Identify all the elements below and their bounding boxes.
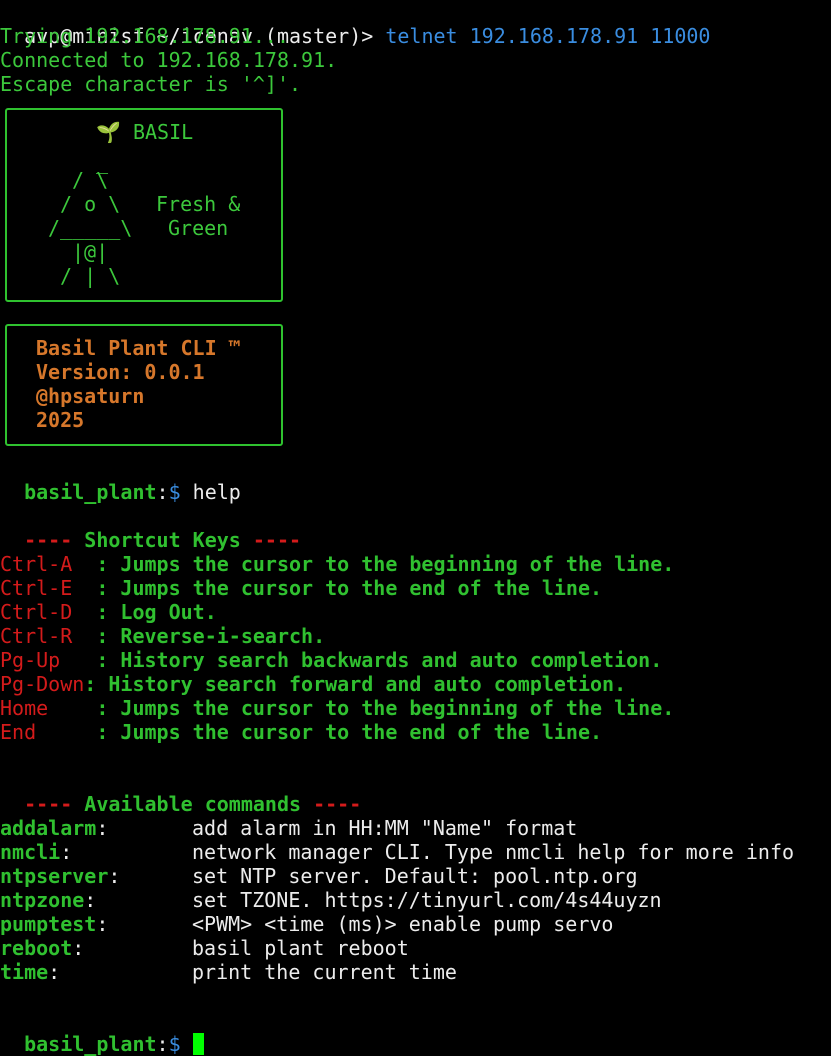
shortcut-key: End bbox=[0, 720, 97, 744]
terminal-cursor[interactable] bbox=[192, 1033, 204, 1055]
escape-line: Escape character is '^]'. bbox=[0, 72, 302, 96]
command-row: reboot: basil plant reboot bbox=[0, 936, 409, 960]
prompt-line-help: basil_plant:$ help bbox=[0, 456, 241, 504]
shortcuts-heading: ---- Shortcut Keys ---- bbox=[0, 504, 301, 552]
command-desc: add alarm in HH:MM "Name" format bbox=[192, 816, 578, 840]
banner-tagline-2: Green bbox=[168, 216, 229, 240]
command-row: ntpzone: set TZONE. https://tinyurl.com/4… bbox=[0, 888, 662, 912]
command-colon: : bbox=[48, 960, 61, 984]
prompt-sep: : bbox=[156, 1032, 169, 1056]
command-colon: : bbox=[108, 864, 121, 888]
command-colon: : bbox=[84, 888, 97, 912]
app-author: @hpsaturn bbox=[36, 384, 145, 408]
shortcut-desc: : Jumps the cursor to the end of the lin… bbox=[96, 720, 603, 744]
banner-tagline-1: Fresh & bbox=[156, 192, 241, 216]
shortcut-key: Ctrl-A bbox=[0, 552, 97, 576]
command-colon: : bbox=[96, 912, 109, 936]
banner-art-row-4: /_____\ bbox=[48, 216, 133, 240]
command-name: ntpserver bbox=[0, 864, 109, 888]
command-colon: : bbox=[96, 816, 109, 840]
shortcuts-heading-text: Shortcut Keys bbox=[72, 528, 253, 552]
command-desc: <PWM> <time (ms)> enable pump servo bbox=[192, 912, 614, 936]
prompt-command: help bbox=[180, 480, 241, 504]
shell-command-args: 192.168.178.91 11000 bbox=[457, 24, 711, 48]
shortcut-key: Pg-Down bbox=[0, 672, 85, 696]
shortcut-desc: : Log Out. bbox=[96, 600, 217, 624]
shortcut-key: Pg-Up bbox=[0, 648, 97, 672]
app-year: 2025 bbox=[36, 408, 85, 432]
banner-art-row-5: |@| bbox=[72, 240, 109, 264]
shortcut-row: Ctrl-A : Jumps the cursor to the beginni… bbox=[0, 552, 674, 576]
prompt-sep: : bbox=[156, 480, 169, 504]
prompt-dollar: $ bbox=[168, 1032, 181, 1056]
shortcut-key: Ctrl-E bbox=[0, 576, 97, 600]
command-row: ntpserver: set NTP server. Default: pool.… bbox=[0, 864, 638, 888]
command-row: time: print the current time bbox=[0, 960, 457, 984]
shortcut-desc: : Jumps the cursor to the beginning of t… bbox=[96, 696, 675, 720]
command-desc: set TZONE. https://tinyurl.com/4s44uyzn bbox=[192, 888, 662, 912]
connected-line: Connected to 192.168.178.91. bbox=[0, 48, 338, 72]
shortcut-key: Ctrl-D bbox=[0, 600, 97, 624]
shell-command-line: avp@minisf ~/icenav (master)> telnet 192… bbox=[0, 0, 710, 48]
trying-line: Trying 192.168.178.91... bbox=[0, 24, 289, 48]
prompt-name: basil_plant bbox=[24, 1032, 157, 1056]
shortcut-row: End : Jumps the cursor to the end of the… bbox=[0, 720, 602, 744]
commands-heading-text: Available commands bbox=[72, 792, 314, 816]
command-colon: : bbox=[72, 936, 85, 960]
command-row: addalarm: add alarm in HH:MM "Name" forma… bbox=[0, 816, 577, 840]
shortcut-desc: : Reverse-i-search. bbox=[96, 624, 326, 648]
shortcut-key: Ctrl-R bbox=[0, 624, 97, 648]
shortcut-key: Home bbox=[0, 696, 97, 720]
prompt-dollar: $ bbox=[168, 480, 181, 504]
commands-dash-left: ---- bbox=[24, 792, 73, 816]
command-desc: network manager CLI. Type nmcli help for… bbox=[192, 840, 795, 864]
app-version: Version: 0.0.1 bbox=[36, 360, 205, 384]
shortcut-row: Pg-Down: History search forward and auto… bbox=[0, 672, 626, 696]
command-name: ntpzone bbox=[0, 888, 85, 912]
shortcut-row: Ctrl-D : Log Out. bbox=[0, 600, 217, 624]
prompt-name: basil_plant bbox=[24, 480, 157, 504]
command-desc: print the current time bbox=[192, 960, 457, 984]
command-name: nmcli bbox=[0, 840, 61, 864]
shortcut-desc: : History search backwards and auto comp… bbox=[96, 648, 663, 672]
banner-art-row-3: / o \ bbox=[60, 192, 121, 216]
command-row: nmcli: network manager CLI. Type nmcli he… bbox=[0, 840, 794, 864]
shortcut-row: Home : Jumps the cursor to the beginning… bbox=[0, 696, 674, 720]
banner-title: 🌱 BASIL bbox=[96, 120, 194, 144]
command-row: pumptest: <PWM> <time (ms)> enable pump s… bbox=[0, 912, 613, 936]
banner-art-row-6: / | \ bbox=[60, 264, 121, 288]
command-name: pumptest bbox=[0, 912, 97, 936]
command-name: reboot bbox=[0, 936, 73, 960]
command-name: addalarm bbox=[0, 816, 97, 840]
shortcut-row: Pg-Up : History search backwards and aut… bbox=[0, 648, 662, 672]
shortcut-row: Ctrl-E : Jumps the cursor to the end of … bbox=[0, 576, 602, 600]
shortcuts-dash-left: ---- bbox=[24, 528, 73, 552]
commands-dash-right: ---- bbox=[313, 792, 362, 816]
shortcuts-dash-right: ---- bbox=[252, 528, 302, 552]
shell-command: telnet bbox=[385, 24, 458, 48]
commands-heading: ---- Available commands ---- bbox=[0, 768, 361, 816]
command-desc: set NTP server. Default: pool.ntp.org bbox=[192, 864, 638, 888]
command-desc: basil plant reboot bbox=[192, 936, 409, 960]
shortcut-desc: : Jumps the cursor to the beginning of t… bbox=[96, 552, 675, 576]
shortcut-row: Ctrl-R : Reverse-i-search. bbox=[0, 624, 325, 648]
command-name: time bbox=[0, 960, 49, 984]
app-name: Basil Plant CLI ™ bbox=[36, 336, 241, 360]
shortcut-desc: : History search forward and auto comple… bbox=[84, 672, 627, 696]
prompt-line-active[interactable]: basil_plant:$ bbox=[0, 1008, 204, 1056]
command-colon: : bbox=[60, 840, 73, 864]
banner-art-row-2: / \ bbox=[72, 168, 109, 192]
shortcut-desc: : Jumps the cursor to the end of the lin… bbox=[96, 576, 603, 600]
